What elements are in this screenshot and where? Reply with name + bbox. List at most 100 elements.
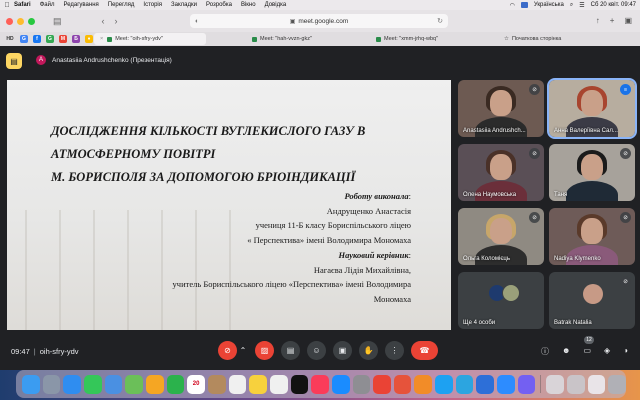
zoom-icon[interactable] <box>497 374 515 394</box>
browser-toolbar: ▤ ‹ › ◐ ▣ meet.google.com ↻ ↑ + ▣ <box>0 10 640 32</box>
tab-start-page[interactable]: ☆ Початкова сторінка <box>484 33 594 45</box>
favorite-google[interactable]: G <box>20 35 28 43</box>
search-icon[interactable]: ⌕ <box>570 2 573 9</box>
raise-hand-button[interactable]: ✋ <box>359 341 378 360</box>
participant-tile[interactable]: ⊘ Ольга Коломієць <box>458 208 544 265</box>
reminders-icon[interactable] <box>228 374 247 394</box>
participant-tile[interactable]: ⊘ Batrak Natalia <box>549 272 635 329</box>
tab-meet-hah[interactable]: Meet: "hah-vvzn-gkz" <box>208 33 344 45</box>
meet-icon <box>252 36 257 42</box>
activities-icon[interactable]: ◈ <box>604 346 610 357</box>
tab-meet-xmm[interactable]: Meet: "xmm-jrhq-wbq" <box>346 33 482 45</box>
chat-icon[interactable]: ▭ <box>583 346 591 357</box>
participant-tile[interactable]: ⊘ Nadiya Klymenko <box>549 208 635 265</box>
tab-label: Початкова сторінка <box>511 36 562 42</box>
wifi-icon[interactable]: ◠ <box>510 2 515 9</box>
facetime-icon[interactable] <box>166 374 185 394</box>
minimize-window-icon[interactable] <box>17 17 24 25</box>
keyboard-layout[interactable]: Українська <box>534 2 564 8</box>
sidebar-icon[interactable]: ▤ <box>53 16 62 27</box>
menu-view[interactable]: Перегляд <box>108 2 135 8</box>
forward-icon[interactable]: › <box>115 16 118 26</box>
tab-overview-icon[interactable]: ▣ <box>624 16 632 25</box>
close-tab-icon[interactable]: × <box>100 36 103 42</box>
author-line: « Перспектива» імені Володимира Мономаха <box>247 235 411 246</box>
favorite-facebook[interactable]: f <box>33 35 41 43</box>
zoom-window-icon[interactable] <box>28 17 35 25</box>
participant-tile[interactable]: ⊘ Таня <box>549 144 635 201</box>
recent-window-icon[interactable] <box>546 374 564 394</box>
menu-safari[interactable]: Safari <box>14 2 31 8</box>
safari-icon[interactable] <box>63 374 81 394</box>
viber-icon[interactable] <box>517 374 536 394</box>
photos-icon[interactable] <box>145 374 164 394</box>
books-icon[interactable] <box>414 374 433 394</box>
mic-toggle-button[interactable]: ⊘ <box>218 341 237 360</box>
advisor-line: Мономаха <box>373 293 411 304</box>
mic-off-icon: ⊘ <box>620 212 631 223</box>
maps-icon[interactable] <box>125 374 143 394</box>
menu-file[interactable]: Файл <box>40 2 55 8</box>
finder-icon[interactable] <box>22 374 40 394</box>
clock[interactable]: Сб 20 квіт. 09:47 <box>591 2 636 8</box>
menu-bookmarks[interactable]: Закладки <box>171 2 197 8</box>
participant-tile[interactable]: ⊘ Олена Наумовська <box>458 144 544 201</box>
trash-icon[interactable] <box>608 374 626 394</box>
freeform-icon[interactable] <box>269 374 288 394</box>
mic-options-icon[interactable]: ⌃ <box>238 341 248 360</box>
present-button[interactable]: ▣ <box>333 341 352 360</box>
tab-meet-oih[interactable]: × Meet: "oih-sfry-ydv" <box>94 33 206 45</box>
host-controls-icon[interactable]: ◑ <box>623 346 628 357</box>
office-icon[interactable] <box>393 374 412 394</box>
address-bar[interactable]: ◐ ▣ meet.google.com ↻ <box>190 14 448 28</box>
back-icon[interactable]: ‹ <box>102 16 105 26</box>
notes-icon[interactable] <box>249 374 267 394</box>
emoji-button[interactable]: ☺ <box>307 341 326 360</box>
captions-button[interactable]: ▤ <box>281 341 300 360</box>
settings-icon[interactable] <box>352 374 371 394</box>
music-icon[interactable] <box>311 374 329 394</box>
people-icon[interactable]: ☻ <box>562 346 570 357</box>
participant-face <box>490 90 512 116</box>
presentation-icon[interactable]: ▤ <box>6 53 22 69</box>
more-participants-tile[interactable]: Ще 4 особи <box>458 272 544 329</box>
favorite-b[interactable]: Б <box>72 35 80 43</box>
reload-icon[interactable]: ↻ <box>437 17 443 25</box>
chrome-icon[interactable] <box>373 374 391 394</box>
mail-icon[interactable] <box>104 374 123 394</box>
control-center-icon[interactable]: ☰ <box>579 2 584 9</box>
meeting-info: 09:47 | oih-sfry-ydv <box>11 347 79 356</box>
camera-toggle-button[interactable]: ▨ <box>255 341 274 360</box>
favorite-drive[interactable]: ♦ <box>85 35 93 43</box>
participant-tile[interactable]: ⊘ Anastasiia Andrushch... <box>458 80 544 137</box>
end-call-button[interactable]: ☎ <box>411 341 438 360</box>
menu-window[interactable]: Вікно <box>241 2 256 8</box>
menu-develop[interactable]: Розробка <box>206 2 232 8</box>
messages-icon[interactable] <box>83 374 102 394</box>
menu-help[interactable]: Довідка <box>265 2 287 8</box>
tv-icon[interactable] <box>290 374 309 394</box>
launchpad-icon[interactable] <box>42 374 61 394</box>
menu-history[interactable]: Історія <box>143 2 162 8</box>
author-line: учениця 11-Б класу Бориспільського ліцею <box>255 220 411 231</box>
menu-edit[interactable]: Редагування <box>63 2 98 8</box>
bluetooth-icon[interactable] <box>476 374 495 394</box>
recent-window-icon[interactable] <box>566 374 585 394</box>
calendar-icon[interactable]: 20 <box>187 374 205 394</box>
app-store-icon[interactable] <box>331 374 350 394</box>
apple-icon[interactable]:  <box>0 2 14 9</box>
new-tab-icon[interactable]: + <box>610 16 615 25</box>
favorite-gmail[interactable]: M <box>59 35 67 43</box>
participant-tile[interactable]: ≡ Анна Валеріївна Сал... <box>547 78 637 139</box>
skype-icon[interactable] <box>435 374 453 394</box>
close-window-icon[interactable] <box>6 17 13 25</box>
presenter-avatar: A <box>36 55 46 65</box>
favorite-google-2[interactable]: G <box>46 35 54 43</box>
telegram-icon[interactable] <box>455 374 474 394</box>
recent-window-icon[interactable] <box>587 374 606 394</box>
contacts-icon[interactable] <box>207 374 226 394</box>
info-icon[interactable]: ⓘ <box>541 346 549 357</box>
favorite-hd[interactable]: HD <box>5 35 15 43</box>
share-icon[interactable]: ↑ <box>596 16 600 25</box>
more-options-button[interactable]: ⋮ <box>385 341 404 360</box>
